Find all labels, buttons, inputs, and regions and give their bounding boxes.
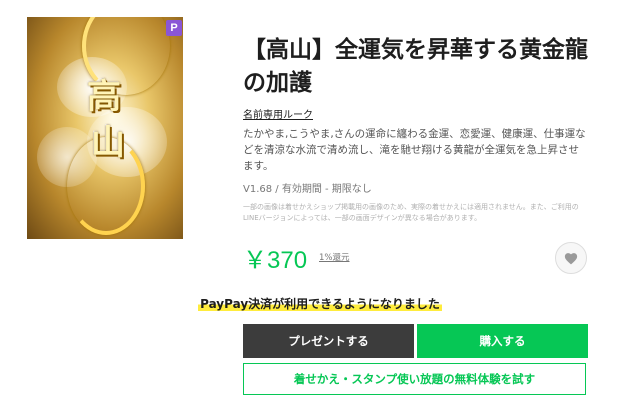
price: ￥370	[243, 247, 308, 274]
product-title: 【高山】全運気を昇華する黄金龍の加護	[243, 37, 588, 96]
product-description: たかやま,こうやま,さんの運命に纏わる金運、恋愛運、健康運、仕事運などを清涼な水…	[243, 128, 586, 172]
free-trial-button[interactable]: 着せかえ・スタンプ使い放題の無料体験を試す	[243, 363, 586, 395]
premium-badge: P	[166, 20, 182, 36]
author-link[interactable]: 名前専用ルーク	[243, 106, 313, 121]
image-notice: 一部の画像は着せかえショップ掲載用の画像のため、実際の着せかえには適用されません…	[243, 203, 579, 222]
paypay-notice-text: PayPay決済が利用できるようになりました	[198, 297, 442, 311]
paypay-notice: PayPay決済が利用できるようになりました	[0, 293, 640, 312]
gift-button[interactable]: プレゼントする	[243, 324, 414, 358]
thumbnail-char-2: 山	[91, 123, 125, 163]
reward-link[interactable]: 1%還元	[319, 251, 350, 263]
favorite-button[interactable]	[555, 242, 587, 274]
product-thumbnail: 高 山	[27, 17, 183, 239]
thumbnail-char-1: 高	[87, 77, 121, 117]
heart-icon	[564, 252, 578, 264]
version-info: V1.68 / 有効期間 - 期限なし	[243, 184, 372, 195]
buy-button[interactable]: 購入する	[417, 324, 588, 358]
